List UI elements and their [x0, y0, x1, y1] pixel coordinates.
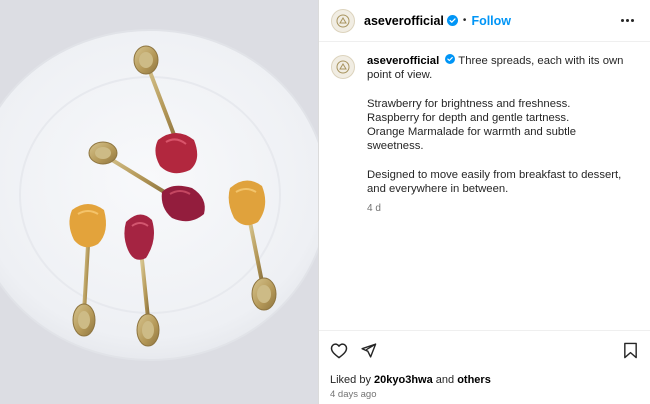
follow-button[interactable]: Follow	[471, 14, 511, 28]
caption-line-raspberry: Raspberry for depth and gentle tartness.	[367, 111, 570, 124]
caption-text: aseverofficial Three spreads, each with …	[367, 54, 631, 217]
likes-prefix: Liked by	[330, 374, 375, 386]
separator-dot: •	[462, 15, 467, 26]
brand-logo-icon	[336, 60, 350, 74]
caption-line-marmalade: Orange Marmalade for warmth and subtle s…	[367, 126, 577, 153]
more-options-icon[interactable]	[617, 15, 638, 26]
post-timestamp[interactable]: 4 days ago	[330, 389, 376, 400]
verified-badge-icon	[445, 54, 456, 64]
caption-line-strawberry: Strawberry for brightness and freshness.	[367, 97, 571, 110]
brand-logo-icon	[336, 14, 350, 27]
caption: aseverofficial Three spreads, each with …	[319, 42, 650, 217]
avatar[interactable]	[331, 8, 355, 33]
likes-others[interactable]: others	[457, 374, 491, 386]
caption-age: 4 d	[367, 203, 381, 215]
heart-icon[interactable]	[330, 342, 348, 359]
likes-user[interactable]: 20kyo3hwa	[374, 374, 433, 386]
post-image	[0, 0, 318, 404]
caption-avatar[interactable]	[331, 55, 355, 79]
post-header: aseverofficial • Follow	[319, 0, 650, 42]
likes-summary: Liked by 20kyo3hwa and others	[330, 374, 491, 386]
caption-closing: Designed to move easily from breakfast t…	[367, 168, 622, 196]
username[interactable]: aseverofficial	[364, 14, 444, 28]
post-panel: aseverofficial • Follow aseverofficial T…	[318, 0, 650, 404]
action-bar	[319, 330, 650, 370]
caption-username[interactable]: aseverofficial	[367, 55, 439, 67]
verified-badge-icon	[446, 15, 458, 26]
post-photo[interactable]	[0, 0, 318, 404]
likes-joiner: and	[432, 374, 458, 386]
bookmark-icon[interactable]	[623, 342, 638, 359]
share-icon[interactable]	[360, 342, 377, 359]
